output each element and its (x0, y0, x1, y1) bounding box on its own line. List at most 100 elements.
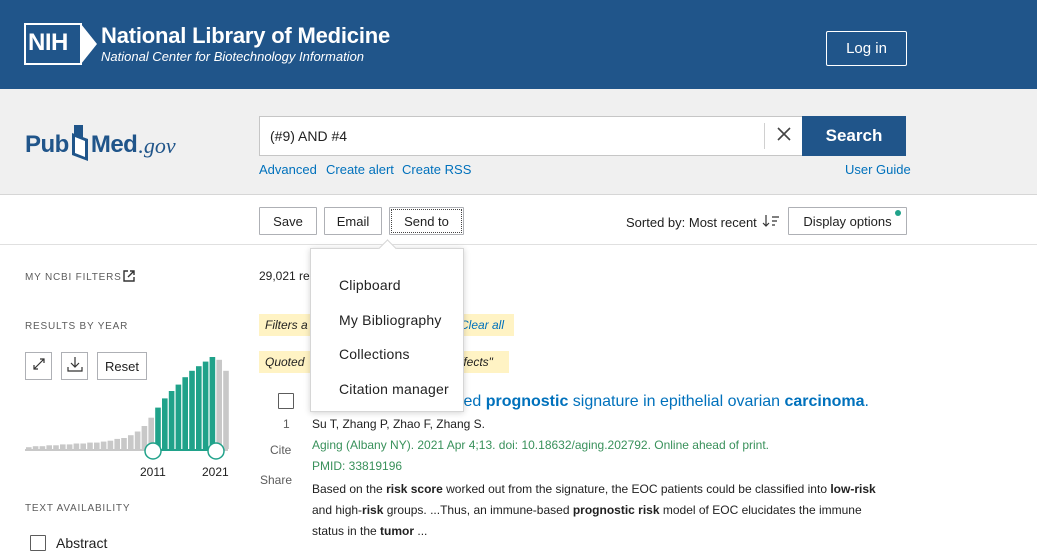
search-box (259, 116, 802, 156)
result-pmid: PMID: 33819196 (312, 459, 403, 473)
menu-item-clipboard[interactable]: Clipboard (339, 277, 401, 293)
title-highlight: carcinoma (784, 393, 865, 410)
title-part: . (864, 393, 869, 410)
result-select-checkbox[interactable] (278, 393, 294, 409)
snippet-highlight: risk (362, 503, 384, 517)
histogram-bar[interactable] (53, 445, 59, 449)
login-button[interactable]: Log in (826, 31, 907, 66)
snippet-highlight: low-risk (830, 482, 876, 496)
display-options-button[interactable]: Display options (788, 207, 907, 235)
histogram-bar[interactable] (128, 435, 134, 449)
title-highlight: prognostic (485, 393, 569, 410)
year-start-handle[interactable] (144, 442, 162, 460)
sort-label: Sorted by: Most recent (626, 215, 757, 230)
results-by-year-histogram[interactable] (25, 350, 230, 465)
result-citation: Aging (Albany NY). 2021 Apr 4;13. doi: 1… (312, 438, 769, 452)
histogram-bar[interactable] (155, 407, 161, 449)
send-to-menu: Clipboard My Bibliography Collections Ci… (310, 248, 464, 412)
histogram-bar[interactable] (223, 370, 229, 449)
histogram-bar[interactable] (175, 384, 182, 449)
snippet-text: ... (414, 524, 428, 538)
clear-all-link[interactable]: Clear all (460, 318, 504, 332)
result-snippet: Based on the risk score worked out from … (312, 479, 887, 542)
histogram-bar[interactable] (39, 446, 46, 449)
nih-logo-text: NIH (28, 29, 68, 56)
histogram-bar[interactable] (189, 370, 195, 449)
quoted-phrase-tail: ffects" (460, 355, 493, 369)
menu-item-collections[interactable]: Collections (339, 346, 410, 362)
histogram-bar[interactable] (66, 444, 73, 449)
my-ncbi-filters-label[interactable]: MY NCBI FILTERS (25, 272, 122, 283)
nih-subtitle: National Center for Biotechnology Inform… (101, 49, 365, 64)
histogram-bar[interactable] (80, 443, 86, 450)
nih-header: NIH National Library of Medicine Nationa… (0, 0, 1037, 89)
histogram-bar[interactable] (134, 431, 141, 450)
snippet-highlight: prognostic risk (572, 503, 660, 517)
quoted-phrase-text: Quoted (265, 355, 305, 369)
pubmed-logo-pub: Pub (25, 131, 69, 158)
histogram-bar[interactable] (196, 366, 202, 449)
histogram-bar[interactable] (216, 359, 222, 449)
pubmed-logo-med: Med (90, 131, 138, 158)
pubmed-logo-gov: .gov (138, 133, 176, 158)
toolbar-divider (0, 244, 1037, 245)
external-link-icon[interactable] (123, 269, 135, 287)
nih-title: National Library of Medicine (101, 23, 391, 48)
display-options-indicator (895, 210, 901, 216)
histogram-bar[interactable] (46, 445, 52, 449)
user-guide-link[interactable]: User Guide (845, 162, 911, 177)
abstract-checkbox[interactable] (30, 535, 46, 551)
results-count: 29,021 re (259, 269, 310, 283)
histogram-bar[interactable] (168, 391, 175, 449)
snippet-text: groups. ...Thus, an immune-based (383, 503, 573, 517)
histogram-bar[interactable] (100, 441, 107, 449)
histogram-bar[interactable] (94, 442, 100, 449)
cite-button[interactable]: Cite (270, 443, 291, 457)
snippet-text: and high- (312, 503, 363, 517)
sort-order-icon (762, 214, 780, 231)
filters-applied-text: Filters a (265, 318, 308, 332)
title-part: signature in epithelial ovarian (568, 393, 785, 410)
histogram-bar[interactable] (107, 440, 114, 449)
menu-item-citation-manager[interactable]: Citation manager (339, 381, 449, 397)
histogram-bar[interactable] (121, 438, 127, 449)
search-band: Pub Med .gov Search Advanced Create aler… (0, 89, 1037, 195)
save-button[interactable]: Save (259, 207, 317, 235)
pubmed-logo[interactable]: Pub Med .gov (25, 109, 176, 161)
create-rss-link[interactable]: Create RSS (402, 162, 471, 177)
histogram-bar[interactable] (162, 398, 168, 449)
histogram-bar[interactable] (114, 438, 120, 449)
send-to-button[interactable]: Send to (389, 207, 464, 235)
year-end-label: 2021 (202, 465, 229, 479)
create-alert-link[interactable]: Create alert (326, 162, 394, 177)
result-number: 1 (283, 417, 290, 431)
histogram-bar[interactable] (60, 444, 66, 449)
text-availability-label: TEXT AVAILABILITY (25, 503, 131, 514)
histogram-bar[interactable] (182, 377, 188, 449)
histogram-bar[interactable] (26, 447, 32, 449)
histogram-bar[interactable] (209, 357, 216, 449)
search-input[interactable] (260, 117, 760, 155)
snippet-highlight: tumor (380, 524, 415, 538)
sort-control[interactable]: Sorted by: Most recent (626, 214, 780, 231)
histogram-bar[interactable] (73, 443, 80, 450)
close-icon (776, 126, 792, 147)
menu-item-my-bibliography[interactable]: My Bibliography (339, 312, 442, 328)
pubmed-book-icon (70, 125, 90, 161)
year-end-handle[interactable] (207, 442, 225, 460)
histogram-bar[interactable] (87, 442, 93, 449)
nih-logo[interactable]: NIH National Library of Medicine Nationa… (24, 23, 390, 65)
clear-search-button[interactable] (764, 123, 802, 149)
advanced-search-link[interactable]: Advanced (259, 162, 317, 177)
snippet-text: Based on the (312, 482, 387, 496)
snippet-text: worked out from the signature, the EOC p… (442, 482, 831, 496)
email-button[interactable]: Email (324, 207, 382, 235)
year-start-label: 2011 (140, 465, 166, 479)
result-authors: Su T, Zhang P, Zhao F, Zhang S. (312, 417, 485, 431)
histogram-bar[interactable] (202, 361, 209, 449)
result-title-link[interactable]: ted prognostic signature in epithelial o… (459, 393, 869, 411)
search-button[interactable]: Search (802, 116, 906, 156)
histogram-bar[interactable] (32, 446, 39, 449)
share-button[interactable]: Share (260, 473, 292, 487)
abstract-label[interactable]: Abstract (56, 535, 107, 551)
